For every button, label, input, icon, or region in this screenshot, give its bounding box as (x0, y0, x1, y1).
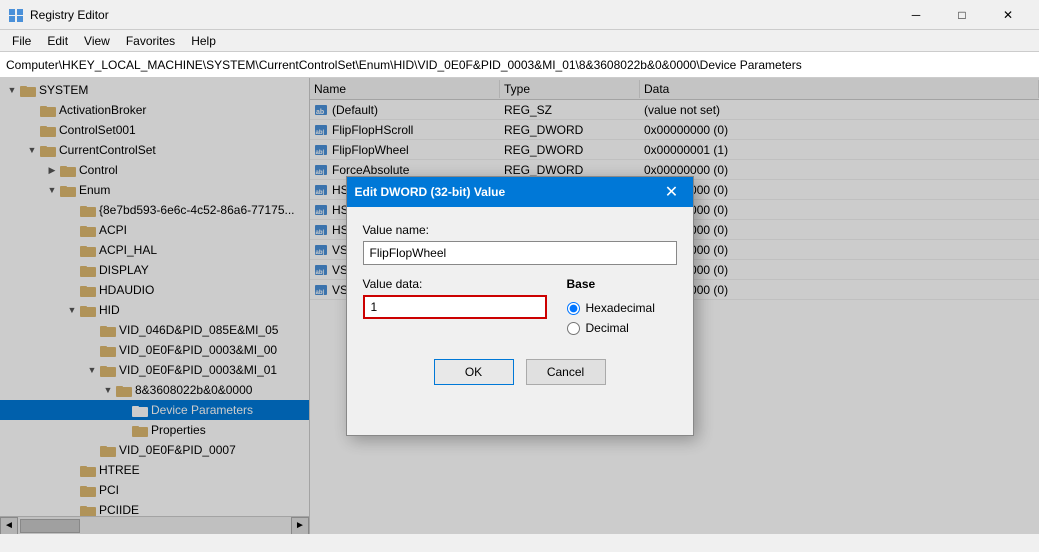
modal-titlebar: Edit DWORD (32-bit) Value ✕ (347, 177, 693, 207)
menu-favorites[interactable]: Favorites (118, 32, 183, 50)
window-title: Registry Editor (30, 8, 893, 22)
radio-decimal[interactable]: Decimal (567, 321, 677, 335)
radio-hexadecimal[interactable]: Hexadecimal (567, 301, 677, 315)
radio-hex-label: Hexadecimal (586, 301, 655, 315)
menu-edit[interactable]: Edit (39, 32, 76, 50)
address-path: Computer\HKEY_LOCAL_MACHINE\SYSTEM\Curre… (6, 58, 802, 72)
maximize-button[interactable]: □ (939, 0, 985, 30)
main-area: ▼ SYSTEM ActivationBroker (0, 78, 1039, 534)
radio-dec-input[interactable] (567, 322, 580, 335)
modal-body: Value name: Value data: Base Hexadecimal (347, 207, 693, 351)
radio-dec-label: Decimal (586, 321, 629, 335)
menu-help[interactable]: Help (183, 32, 224, 50)
value-name-input[interactable] (363, 241, 677, 265)
modal-footer: OK Cancel (347, 351, 693, 401)
menu-file[interactable]: File (4, 32, 39, 50)
base-group: Base Hexadecimal Decimal (567, 277, 677, 335)
menubar: File Edit View Favorites Help (0, 30, 1039, 52)
value-name-label: Value name: (363, 223, 677, 237)
ok-button[interactable]: OK (434, 359, 514, 385)
titlebar: Registry Editor ─ □ ✕ (0, 0, 1039, 30)
value-data-input[interactable] (363, 295, 547, 319)
modal-title: Edit DWORD (32-bit) Value (355, 185, 659, 199)
addressbar: Computer\HKEY_LOCAL_MACHINE\SYSTEM\Curre… (0, 52, 1039, 78)
value-base-row: Value data: Base Hexadecimal Decimal (363, 277, 677, 335)
value-data-label: Value data: (363, 277, 547, 291)
edit-dword-dialog: Edit DWORD (32-bit) Value ✕ Value name: … (346, 176, 694, 436)
app-icon (8, 7, 24, 23)
modal-close-button[interactable]: ✕ (659, 179, 685, 205)
radio-hex-input[interactable] (567, 302, 580, 315)
menu-view[interactable]: View (76, 32, 118, 50)
value-data-group: Value data: (363, 277, 547, 319)
close-button[interactable]: ✕ (985, 0, 1031, 30)
window-controls: ─ □ ✕ (893, 0, 1031, 30)
base-label: Base (567, 277, 677, 291)
value-name-group: Value name: (363, 223, 677, 265)
minimize-button[interactable]: ─ (893, 0, 939, 30)
cancel-button[interactable]: Cancel (526, 359, 606, 385)
modal-overlay: Edit DWORD (32-bit) Value ✕ Value name: … (0, 78, 1039, 534)
